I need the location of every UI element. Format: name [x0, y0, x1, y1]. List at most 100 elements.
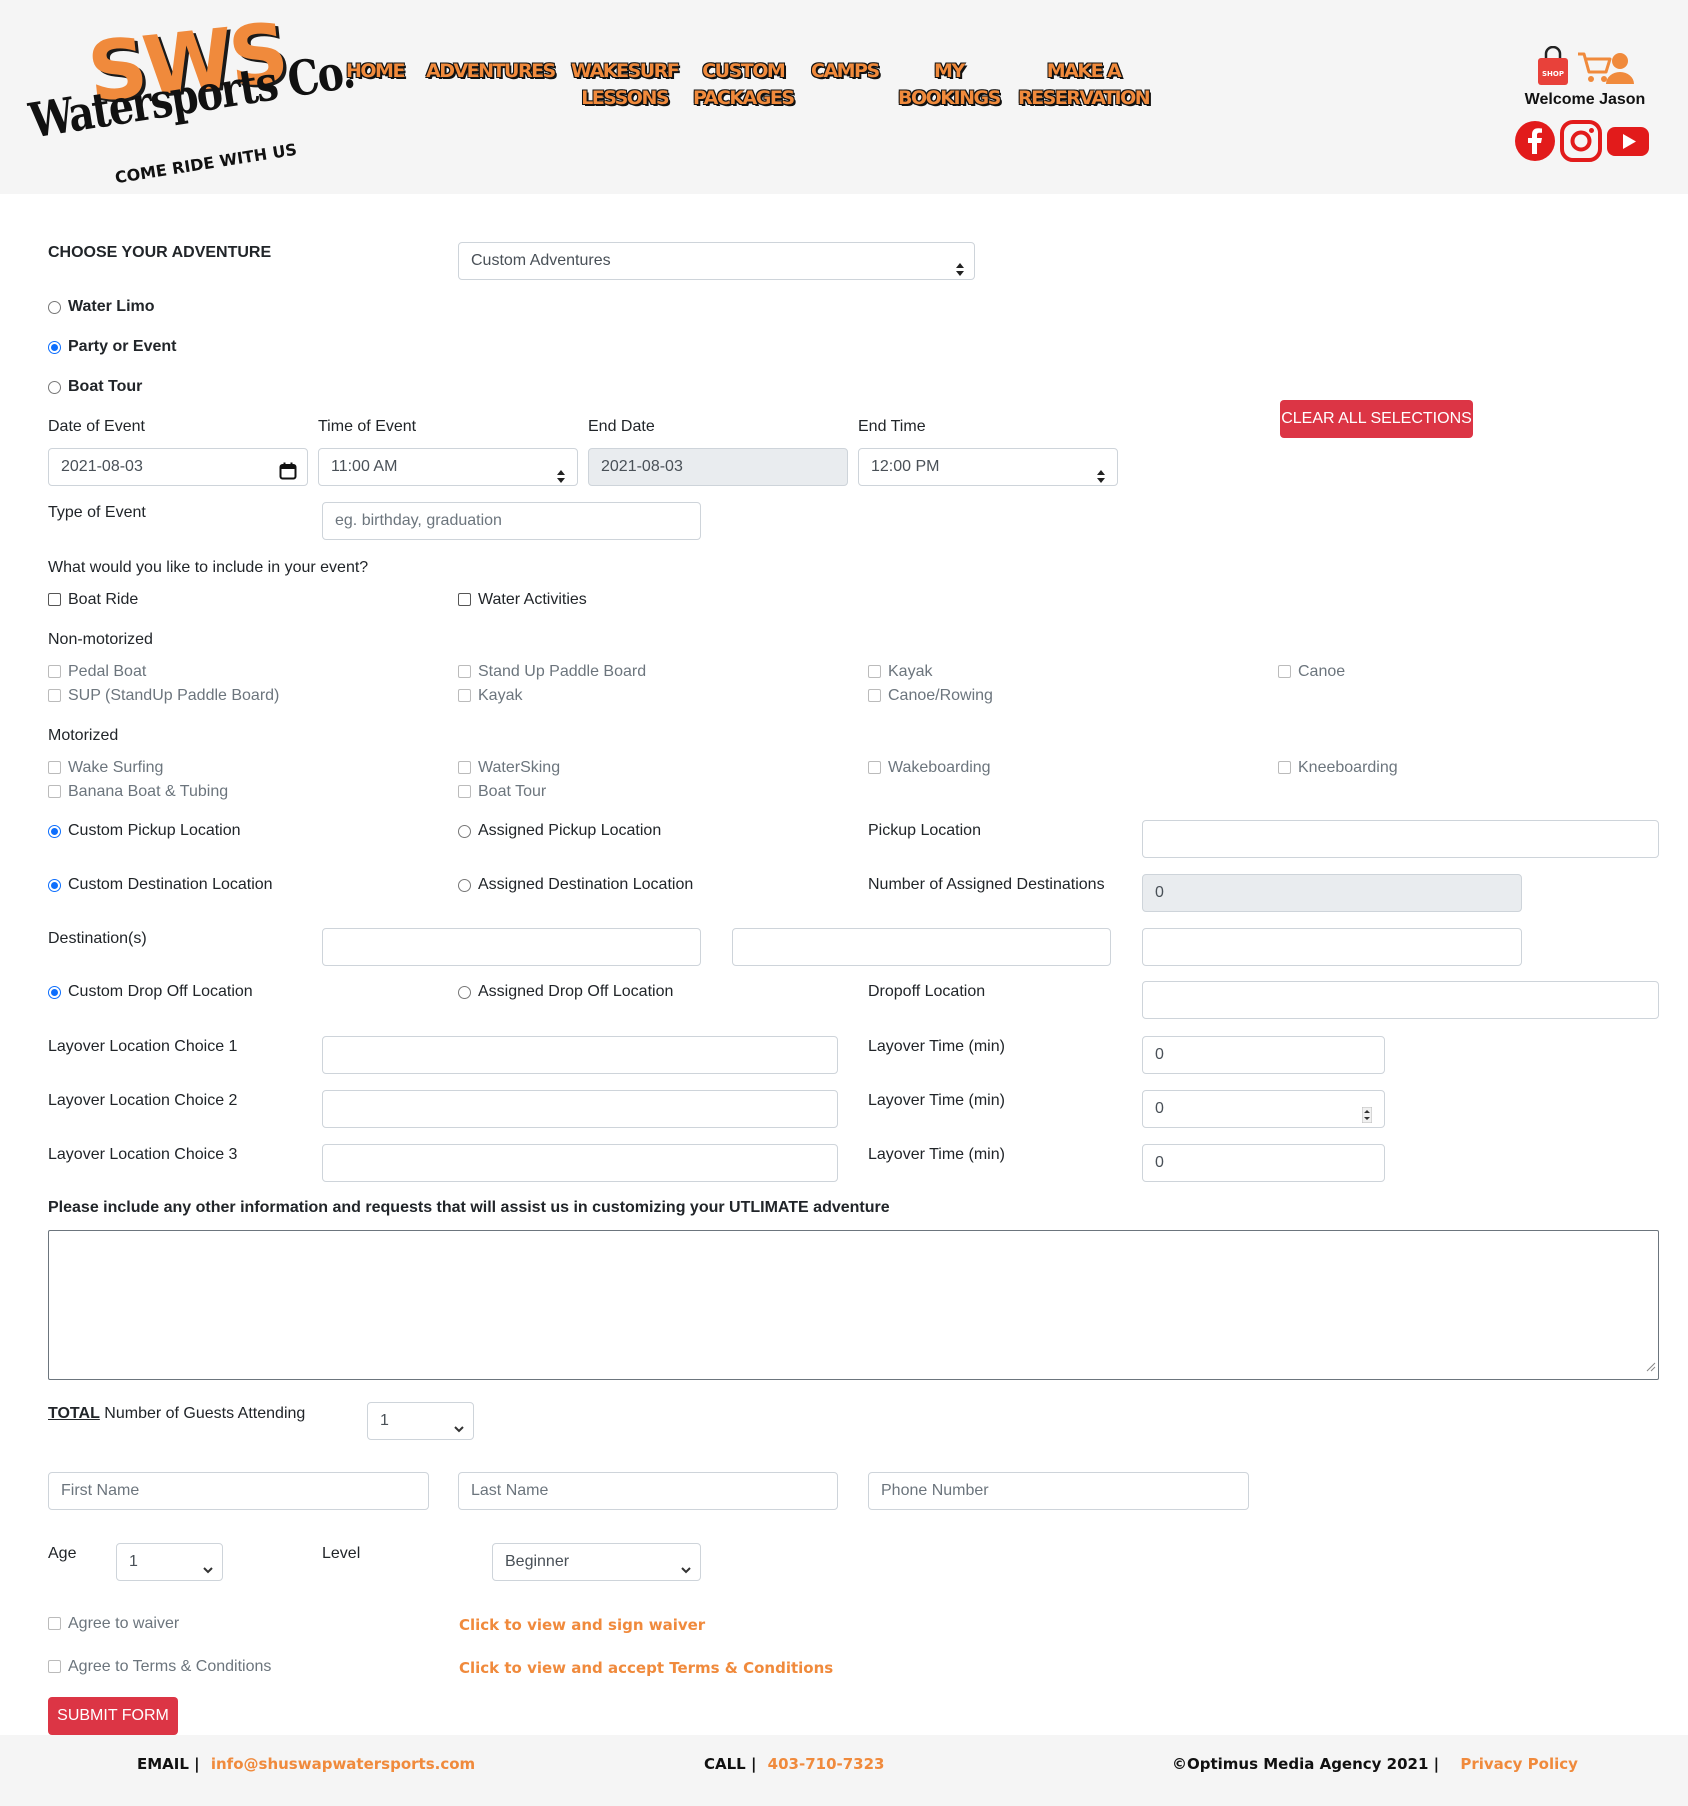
- checkbox-canoe-rowing[interactable]: [868, 689, 881, 702]
- radio-custom-dropoff[interactable]: [48, 986, 61, 999]
- checkbox-pedal-boat[interactable]: [48, 665, 61, 678]
- type-of-event-input[interactable]: eg. birthday, graduation: [322, 502, 701, 540]
- nav-camps[interactable]: CAMPS: [811, 58, 880, 85]
- calendar-icon[interactable]: [279, 458, 297, 494]
- adventure-select-value: Custom Adventures: [471, 252, 611, 269]
- resize-handle-icon[interactable]: [1646, 1359, 1656, 1377]
- dropoff-location-input[interactable]: [1142, 981, 1659, 1019]
- num-destinations-input: 0: [1142, 874, 1522, 912]
- first-name-input[interactable]: First Name: [48, 1472, 429, 1510]
- destination-input-2[interactable]: [732, 928, 1111, 966]
- nav-make-reservation[interactable]: MAKE A RESERVATION: [1018, 58, 1151, 112]
- radio-custom-destination[interactable]: [48, 879, 61, 892]
- youtube-icon[interactable]: [1606, 120, 1650, 164]
- chevron-down-icon: [202, 1554, 214, 1590]
- checkbox-sup[interactable]: [48, 689, 61, 702]
- submit-form-button[interactable]: SUBMIT FORM: [48, 1697, 178, 1735]
- checkbox-banana-boat[interactable]: [48, 785, 61, 798]
- stand-up-paddle-label: Stand Up Paddle Board: [478, 663, 647, 680]
- radio-custom-pickup[interactable]: [48, 825, 61, 838]
- destination-input-3[interactable]: [1142, 928, 1522, 966]
- date-of-event-label: Date of Event: [48, 418, 145, 435]
- canoe-label: Canoe: [1298, 663, 1346, 680]
- layover-2-input[interactable]: [322, 1090, 838, 1128]
- guests-select-value: 1: [380, 1412, 389, 1429]
- checkbox-kayak-2[interactable]: [458, 689, 471, 702]
- end-time-select[interactable]: 12:00 PM: [858, 448, 1118, 486]
- layover-time-3-input[interactable]: 0: [1142, 1144, 1385, 1182]
- date-of-event-input[interactable]: 2021-08-03: [48, 448, 308, 486]
- other-info-textarea[interactable]: [48, 1230, 1659, 1380]
- clear-selections-button[interactable]: CLEAR ALL SELECTIONS: [1280, 400, 1473, 438]
- layover-time-1-input[interactable]: 0: [1142, 1036, 1385, 1074]
- guests-select[interactable]: 1: [367, 1402, 474, 1440]
- layover-1-input[interactable]: [322, 1036, 838, 1074]
- last-name-placeholder: Last Name: [471, 1482, 549, 1499]
- facebook-icon[interactable]: [1514, 120, 1556, 164]
- layover-3-input[interactable]: [322, 1144, 838, 1182]
- age-label: Age: [48, 1545, 77, 1562]
- nav-wakesurf-lessons[interactable]: WAKESURF LESSONS: [571, 58, 680, 112]
- adventure-select[interactable]: Custom Adventures: [458, 242, 975, 280]
- footer-call-label: CALL |: [704, 1755, 757, 1773]
- age-select[interactable]: 1: [116, 1543, 223, 1581]
- nav-home[interactable]: HOME: [346, 58, 405, 85]
- shop-bag-text: SHOP: [1542, 70, 1564, 78]
- time-of-event-select[interactable]: 11:00 AM: [318, 448, 578, 486]
- radio-assigned-dropoff[interactable]: [458, 986, 471, 999]
- nav-adventures[interactable]: ADVENTURES: [426, 58, 556, 85]
- logo-tagline: COME RIDE WITH US: [113, 139, 299, 188]
- cart-account-icon[interactable]: [1576, 50, 1634, 86]
- checkbox-water-activities[interactable]: [458, 593, 471, 606]
- pedal-boat-label: Pedal Boat: [68, 663, 147, 680]
- shop-bag-icon[interactable]: SHOP: [1536, 45, 1570, 86]
- radio-water-limo[interactable]: [48, 301, 61, 314]
- site-logo[interactable]: SWS Watersports Co. COME RIDE WITH US: [26, 6, 358, 187]
- instagram-icon[interactable]: [1560, 120, 1602, 164]
- radio-assigned-pickup[interactable]: [458, 825, 471, 838]
- waiver-link[interactable]: Click to view and sign waiver: [459, 1616, 705, 1634]
- checkbox-agree-terms[interactable]: [48, 1660, 61, 1673]
- level-label: Level: [322, 1545, 361, 1562]
- number-spinner-icon[interactable]: [1361, 1101, 1373, 1137]
- nav-bookings-label-2: BOOKINGS: [898, 87, 1001, 109]
- checkbox-wake-surfing[interactable]: [48, 761, 61, 774]
- chevron-down-icon: [453, 1413, 465, 1449]
- checkbox-watersking[interactable]: [458, 761, 471, 774]
- watersking-label: WaterSking: [478, 759, 561, 776]
- pickup-location-input[interactable]: [1142, 820, 1659, 858]
- radio-boat-tour[interactable]: [48, 381, 61, 394]
- boat-tour-activity-label: Boat Tour: [478, 783, 547, 800]
- radio-assigned-destination[interactable]: [458, 879, 471, 892]
- terms-link[interactable]: Click to view and accept Terms & Conditi…: [459, 1659, 833, 1677]
- last-name-input[interactable]: Last Name: [458, 1472, 838, 1510]
- layover-time-2-value: 0: [1155, 1100, 1164, 1117]
- end-time-value: 12:00 PM: [871, 458, 940, 475]
- checkbox-boat-tour-activity[interactable]: [458, 785, 471, 798]
- water-activities-label: Water Activities: [478, 591, 587, 608]
- destination-input-1[interactable]: [322, 928, 701, 966]
- layover-time-2-input[interactable]: 0: [1142, 1090, 1385, 1128]
- nav-custom-packages[interactable]: CUSTOM PACKAGES: [693, 58, 795, 112]
- checkbox-kneeboarding[interactable]: [1278, 761, 1291, 774]
- checkbox-boat-ride[interactable]: [48, 593, 61, 606]
- checkbox-agree-waiver[interactable]: [48, 1617, 61, 1630]
- checkbox-wakeboarding[interactable]: [868, 761, 881, 774]
- nav-wakesurf-label-1: WAKESURF: [571, 60, 680, 82]
- level-select[interactable]: Beginner: [492, 1543, 701, 1581]
- privacy-policy-link[interactable]: Privacy Policy: [1460, 1755, 1578, 1773]
- checkbox-stand-up-paddle[interactable]: [458, 665, 471, 678]
- phone-number-input[interactable]: Phone Number: [868, 1472, 1249, 1510]
- welcome-message: Welcome Jason: [1524, 91, 1646, 108]
- radio-party-event[interactable]: [48, 341, 61, 354]
- nav-my-bookings[interactable]: MY BOOKINGS: [898, 58, 1001, 112]
- footer-phone-link[interactable]: 403-710-7323: [768, 1755, 885, 1773]
- checkbox-kayak[interactable]: [868, 665, 881, 678]
- checkbox-canoe[interactable]: [1278, 665, 1291, 678]
- nav-adventures-label: ADVENTURES: [426, 60, 556, 82]
- footer-call: CALL | 403-710-7323: [704, 1755, 885, 1773]
- wakeboarding-label: Wakeboarding: [888, 759, 991, 776]
- footer-email-link[interactable]: info@shuswapwatersports.com: [211, 1755, 475, 1773]
- select-arrows-icon: [956, 255, 964, 291]
- level-select-value: Beginner: [505, 1553, 570, 1570]
